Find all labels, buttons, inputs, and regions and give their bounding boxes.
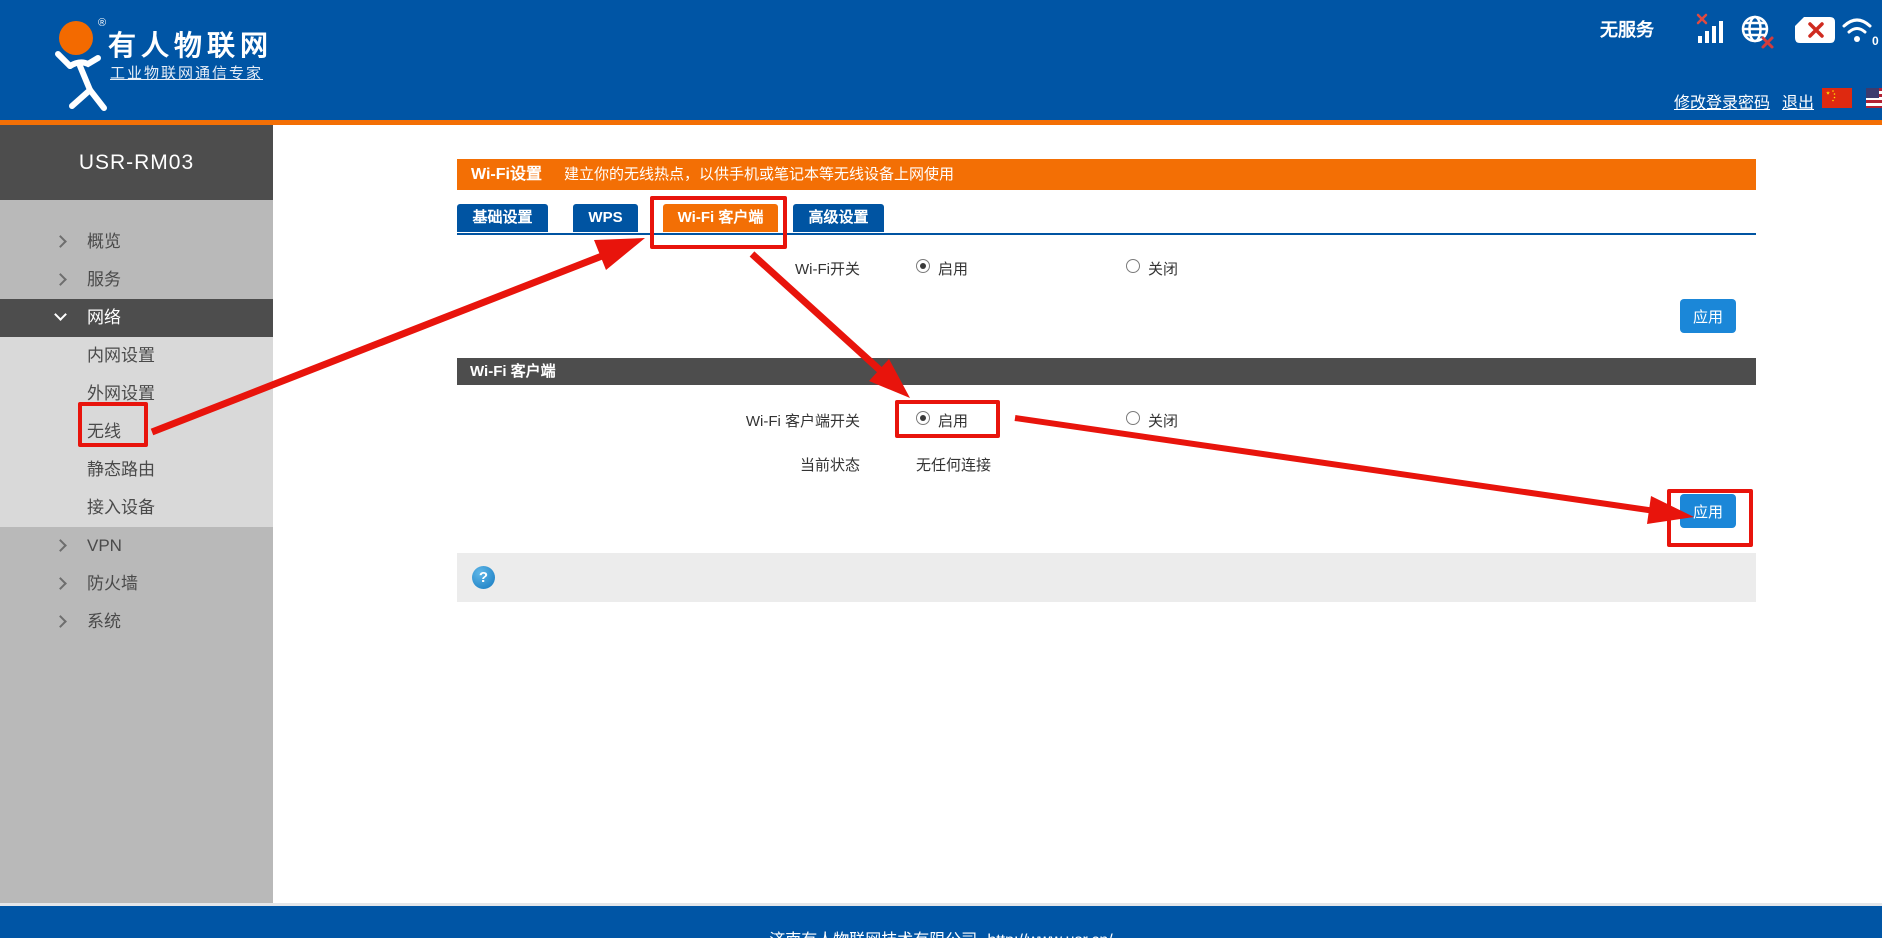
router-admin-page: ® 有人物联网 工业物联网通信专家 无服务 — [0, 0, 1882, 938]
sidebar-nav: USR-RM03 概览 服务 网络 内网设置 外网设置 — [0, 125, 273, 903]
svg-text:®: ® — [98, 17, 106, 29]
client-disable-label[interactable]: 关闭 — [1148, 410, 1178, 431]
english-language-flag[interactable] — [1866, 88, 1882, 108]
sim-card-icon — [1794, 16, 1836, 44]
wifi-switch-label: Wi-Fi开关 — [560, 258, 860, 279]
wifi-enable-label[interactable]: 启用 — [938, 258, 968, 279]
sidebar-item-services[interactable]: 服务 — [0, 261, 273, 299]
chevron-right-icon — [54, 273, 67, 286]
page-title-bar: Wi-Fi设置 建立你的无线热点，以供手机或笔记本等无线设备上网使用 — [457, 159, 1756, 190]
sidebar-item-lan-settings[interactable]: 内网设置 — [0, 337, 273, 375]
client-disable-radio[interactable] — [1126, 411, 1140, 425]
sidebar-menu: 概览 服务 网络 内网设置 外网设置 无线 — [0, 223, 273, 641]
sidebar-item-firewall[interactable]: 防火墙 — [0, 565, 273, 603]
wifi-client-section-header: Wi-Fi 客户端 — [457, 358, 1756, 385]
tab-basic-settings[interactable]: 基础设置 — [457, 204, 548, 232]
footer-bar: 济南有人物联网技术有限公司 http://www.usr.cn/ — [0, 906, 1882, 938]
sidebar-item-connected-devices[interactable]: 接入设备 — [0, 489, 273, 527]
sidebar-item-static-route[interactable]: 静态路由 — [0, 451, 273, 489]
sidebar-item-vpn[interactable]: VPN — [0, 527, 273, 565]
footer-url-link[interactable]: http://www.usr.cn/ — [987, 932, 1112, 938]
wifi-disable-label[interactable]: 关闭 — [1148, 258, 1178, 279]
sidebar-item-overview[interactable]: 概览 — [0, 223, 273, 261]
wifi-client-count: 0 — [1872, 34, 1879, 48]
client-switch-label: Wi-Fi 客户端开关 — [560, 410, 860, 431]
usr-mascot-icon: ® — [28, 8, 118, 112]
current-status-label: 当前状态 — [560, 454, 860, 475]
client-apply-button[interactable]: 应用 — [1680, 494, 1736, 528]
sidebar-item-wan-settings[interactable]: 外网设置 — [0, 375, 273, 413]
logout-link[interactable]: 退出 — [1782, 89, 1814, 113]
brand-name: 有人物联网 — [108, 24, 273, 64]
brand-logo: ® — [28, 8, 118, 112]
tab-wifi-client[interactable]: Wi-Fi 客户端 — [663, 204, 778, 232]
cellular-signal-icon — [1694, 12, 1728, 46]
tab-advanced-settings[interactable]: 高级设置 — [793, 204, 884, 232]
chinese-language-flag[interactable] — [1822, 88, 1852, 108]
cn-flag-stars-icon — [1822, 88, 1852, 108]
globe-network-icon — [1739, 14, 1777, 50]
brand-tagline: 工业物联网通信专家 — [110, 62, 263, 83]
help-bar: ? — [457, 553, 1756, 602]
us-flag-canton — [1866, 88, 1879, 98]
client-enable-radio[interactable] — [916, 411, 930, 425]
sidebar-item-network[interactable]: 网络 — [0, 299, 273, 337]
chevron-down-icon — [54, 308, 67, 321]
page-description: 建立你的无线热点，以供手机或笔记本等无线设备上网使用 — [564, 166, 954, 183]
chevron-right-icon — [54, 235, 67, 248]
no-service-status: 无服务 — [1600, 16, 1654, 42]
wifi-disable-radio[interactable] — [1126, 259, 1140, 273]
footer-company: 济南有人物联网技术有限公司 — [769, 932, 977, 938]
chevron-right-icon — [54, 539, 67, 552]
sidebar-item-wireless[interactable]: 无线 — [0, 413, 273, 451]
wifi-apply-button[interactable]: 应用 — [1680, 299, 1736, 333]
sidebar-item-system[interactable]: 系统 — [0, 603, 273, 641]
tab-wps[interactable]: WPS — [573, 204, 638, 232]
top-header-bar: ® 有人物联网 工业物联网通信专家 无服务 — [0, 0, 1882, 120]
chevron-right-icon — [54, 577, 67, 590]
page-title: Wi-Fi设置 — [471, 166, 542, 183]
client-enable-label[interactable]: 启用 — [938, 410, 968, 431]
tab-underline — [457, 233, 1756, 235]
chevron-right-icon — [54, 615, 67, 628]
device-model-title: USR-RM03 — [0, 125, 273, 200]
help-icon[interactable]: ? — [472, 566, 495, 589]
network-submenu: 内网设置 外网设置 无线 静态路由 接入设备 — [0, 337, 273, 527]
wifi-status-icon — [1840, 14, 1874, 44]
change-password-link[interactable]: 修改登录密码 — [1674, 89, 1770, 113]
current-status-value: 无任何连接 — [916, 454, 991, 475]
header-orange-divider — [0, 120, 1882, 125]
wifi-enable-radio[interactable] — [916, 259, 930, 273]
